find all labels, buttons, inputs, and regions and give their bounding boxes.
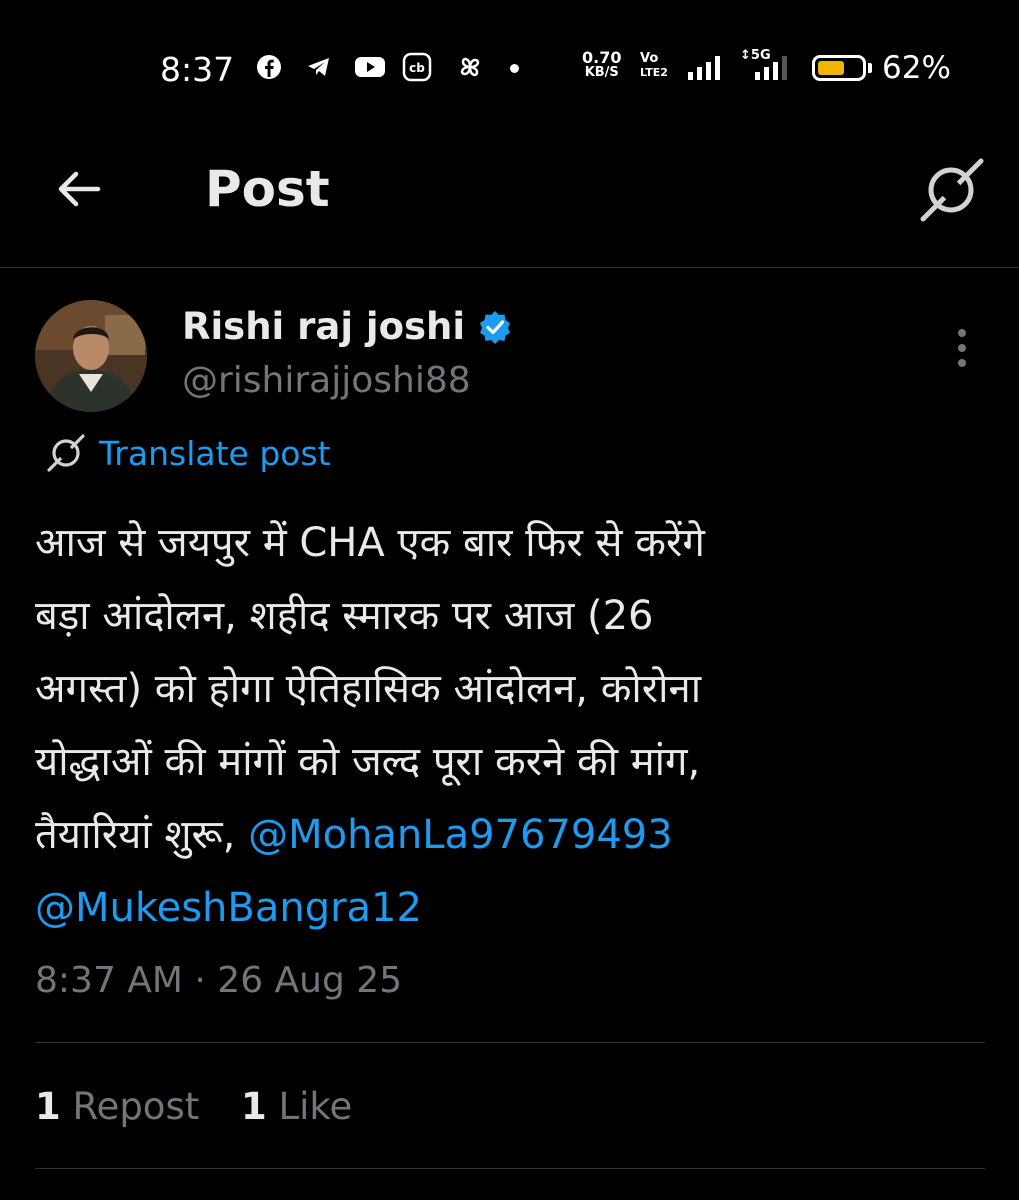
facebook-icon xyxy=(257,55,281,79)
net-speed-value: 0.70 xyxy=(582,48,622,67)
post-line: योद्धाओं की मांगों को जल्द पूरा करने की … xyxy=(35,739,701,785)
avatar[interactable] xyxy=(35,300,147,412)
post-line-with-mention: तैयारियां शुरू, @MohanLa97679493 xyxy=(35,799,995,872)
battery-percent: 62% xyxy=(882,50,951,86)
svg-text:cb: cb xyxy=(409,61,425,75)
status-time: 8:37 xyxy=(160,50,235,89)
data-arrows-icon: ↕ xyxy=(740,48,751,63)
translate-post-label[interactable]: Translate post xyxy=(99,434,331,473)
repost-stat[interactable]: 1 Repost xyxy=(35,1085,199,1128)
header-divider xyxy=(0,267,1019,268)
author-name-row[interactable]: Rishi raj joshi xyxy=(182,305,513,348)
more-options-icon[interactable] xyxy=(948,325,978,371)
telegram-icon xyxy=(308,58,329,76)
post-line: बड़ा आंदोलन, शहीद स्मारक पर आज (26 xyxy=(35,593,654,639)
repost-label: Repost xyxy=(72,1085,200,1128)
battery-tip xyxy=(868,63,872,73)
youtube-icon xyxy=(355,57,385,77)
volte-bottom: LTE2 xyxy=(640,66,668,79)
meta-divider xyxy=(35,1042,985,1043)
grok-icon[interactable] xyxy=(915,155,985,225)
mention-link[interactable]: @MohanLa97679493 xyxy=(248,812,673,858)
cb-icon: cb xyxy=(402,52,432,82)
verified-badge-icon[interactable] xyxy=(477,309,513,345)
status-bar: 8:37 cb 0.70 KB/S Vo LTE2 ↕5G 62% xyxy=(0,0,1019,140)
signal-bars-sim2 xyxy=(755,56,800,80)
author-handle[interactable]: @rishirajjoshi88 xyxy=(182,360,471,401)
mention-link[interactable]: @MukeshBangra12 xyxy=(35,885,422,931)
post-timestamp[interactable]: 8:37 AM · 26 Aug 25 xyxy=(35,960,402,1001)
like-count: 1 xyxy=(241,1085,267,1128)
post-text: आज से जयपुर में CHA एक बार फिर से करेंगे… xyxy=(35,507,995,945)
post-line: तैयारियां शुरू, xyxy=(35,812,236,858)
stats-divider xyxy=(35,1168,985,1169)
page-title: Post xyxy=(205,160,330,218)
author-name[interactable]: Rishi raj joshi xyxy=(182,305,465,348)
translate-post-button[interactable]: Translate post xyxy=(45,432,331,474)
signal-bars-sim1 xyxy=(688,56,728,80)
net-speed: 0.70 KB/S xyxy=(582,48,622,81)
post-line: आज से जयपुर में CHA एक बार फिर से करेंगे xyxy=(35,520,705,566)
repost-count: 1 xyxy=(35,1085,61,1128)
post-line: अगस्त) को होगा ऐतिहासिक आंदोलन, कोरोना xyxy=(35,666,702,712)
pinwheel-icon xyxy=(460,57,480,77)
arrow-left-icon[interactable] xyxy=(50,160,108,218)
like-stat[interactable]: 1 Like xyxy=(241,1085,352,1128)
battery-icon xyxy=(812,55,866,81)
like-label: Like xyxy=(278,1085,353,1128)
battery-fill xyxy=(818,61,844,75)
volte-top: Vo xyxy=(640,51,659,66)
post-stats: 1 Repost 1 Like xyxy=(35,1085,352,1128)
avatar-photo xyxy=(35,300,147,412)
net-speed-unit: KB/S xyxy=(584,65,619,80)
notification-dot xyxy=(510,64,519,73)
post-line-mention: @MukeshBangra12 xyxy=(35,872,995,945)
grok-icon xyxy=(47,434,85,472)
volte-indicator: Vo LTE2 xyxy=(640,52,668,80)
